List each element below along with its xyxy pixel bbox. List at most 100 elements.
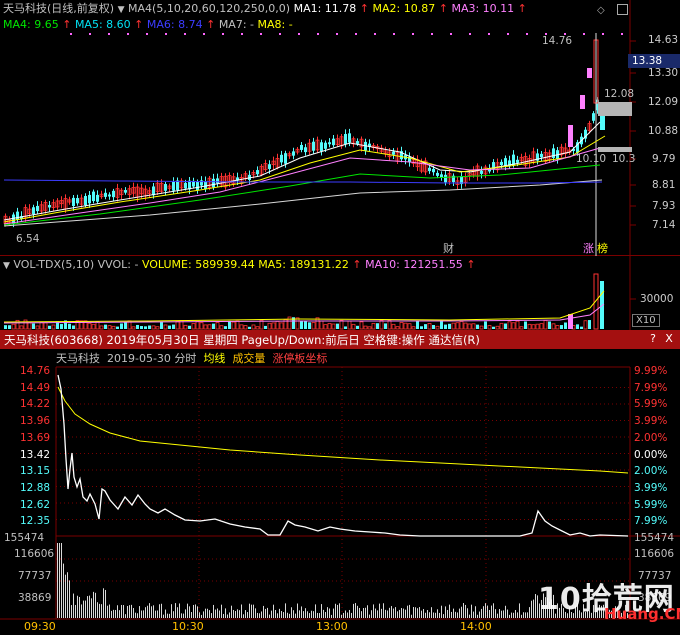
intraday-vol-bar [205, 608, 206, 618]
candle-body [216, 178, 219, 184]
intraday-vol-bar [467, 608, 468, 618]
intraday-vol-bar [373, 604, 374, 618]
intraday-vol-bar [335, 603, 336, 618]
vol-bar [588, 320, 591, 329]
intraday-vol-bar [327, 607, 328, 618]
intraday-vol-bar [395, 607, 396, 618]
event-finance-label[interactable]: 财 [443, 240, 454, 256]
intraday-vol-bar [321, 604, 322, 618]
dropdown-triangle-icon[interactable]: ▼ [3, 261, 10, 271]
vol-bar [331, 323, 336, 330]
kline-panel[interactable]: 天马科技(日线,前复权) ▼ MA4(5,10,20,60,120,250,0,… [0, 0, 680, 256]
vol-bar [308, 322, 311, 329]
vol-bar [576, 324, 579, 329]
vol-bar [188, 325, 191, 329]
window-title: 天马科技(603668) 2019年05月30日 星期四 PageUp/Down… [4, 333, 480, 347]
vol-bar [120, 323, 123, 329]
intraday-vol-bar [243, 614, 244, 618]
intraday-vol-bar [463, 603, 464, 618]
price-tick: 10.88 [648, 125, 679, 137]
intraday-vol-bar [427, 610, 428, 618]
candle-body [96, 194, 99, 202]
intraday-vol-bar [93, 591, 94, 618]
intraday-vol-bar [401, 608, 402, 618]
intraday-vol-bar [385, 609, 386, 618]
intraday-vol-bar [143, 610, 144, 618]
vol-bar [504, 323, 507, 329]
intraday-vol-bar [393, 608, 394, 618]
intraday-price-tick: 12.62 [20, 498, 51, 511]
vol-bar [499, 322, 504, 330]
candle-body [428, 167, 431, 172]
vol-bar [479, 325, 484, 330]
intraday-vol-bar [91, 598, 92, 618]
vol-bar [116, 326, 119, 329]
dropdown-triangle-icon[interactable]: ▼ [118, 5, 125, 15]
intraday-vol-bar [185, 609, 186, 618]
signal-dot [108, 33, 110, 35]
avg-line-toggle[interactable]: 均线 [203, 352, 225, 365]
event-rank-label[interactable]: 榜 [597, 240, 608, 256]
kline-header: 天马科技(日线,前复权) ▼ MA4(5,10,20,60,120,250,0,… [3, 2, 527, 17]
volume-panel[interactable]: ▼ VOL-TDX(5,10) VVOL: - VOLUME: 589939.4… [0, 256, 680, 330]
help-icon[interactable]: ? [647, 332, 659, 345]
intraday-vol-bar [281, 611, 282, 618]
vol-bar [507, 321, 512, 330]
intraday-vol-bar [457, 612, 458, 618]
volume-toggle[interactable]: 成交量 [232, 352, 265, 365]
vol-bar [323, 324, 328, 330]
vol-bar [243, 325, 248, 330]
vol-bar [451, 322, 456, 330]
support-box [598, 147, 632, 152]
limit-coord-toggle[interactable]: 涨停板坐标 [272, 352, 327, 365]
intraday-vol-bar [293, 610, 294, 618]
kline-chart[interactable] [0, 0, 680, 256]
intraday-vol-bar [217, 608, 218, 618]
intraday-vol-bar [309, 613, 310, 618]
intraday-vol-bar [277, 613, 278, 618]
event-limit-up-label[interactable]: 涨 [583, 240, 594, 256]
vol-bar [279, 322, 284, 330]
vol-bar [107, 325, 112, 330]
candle-body-limit [580, 95, 585, 109]
price-tick: 13.30 [648, 67, 679, 79]
intraday-vol-bar [211, 613, 212, 618]
vol-bar [195, 321, 200, 330]
vol-bar [524, 321, 527, 329]
vol-bar [311, 322, 316, 330]
vol-bar [51, 324, 56, 330]
close-icon[interactable]: X [663, 332, 675, 345]
candle-body [324, 142, 327, 149]
intraday-vol-bar [111, 610, 112, 618]
vol-bar [391, 323, 396, 330]
vol-axis-left-tick: 77737 [18, 570, 52, 582]
intraday-vol-bar [459, 608, 460, 618]
intraday-vol-bar [215, 609, 216, 618]
vol-bar [111, 325, 116, 330]
intraday-vol-bar [199, 612, 200, 618]
vol-bar [4, 325, 7, 329]
intraday-panel[interactable]: 天马科技 2019-05-30 分时 均线 成交量 涨停板坐标 14.76 14.… [0, 349, 680, 635]
vol-axis-left-tick: 38869 [18, 592, 52, 604]
intraday-vol-bar [371, 610, 372, 618]
intraday-window-titlebar[interactable]: 天马科技(603668) 2019年05月30日 星期四 PageUp/Down… [0, 330, 680, 349]
intraday-price-tick: 14.76 [20, 365, 51, 377]
candle-body [16, 211, 19, 220]
intraday-vol-bar [95, 592, 96, 618]
checkbox-icon[interactable] [617, 4, 628, 15]
intraday-vol-bar [253, 604, 254, 618]
time-tick: 10:30 [172, 620, 204, 633]
intraday-vol-bar [439, 612, 440, 618]
vol-bar [163, 324, 168, 330]
vol-bar [336, 323, 339, 329]
intraday-vol-bar [65, 574, 66, 618]
vol-bar [68, 323, 71, 329]
diamond-icon[interactable]: ◇ [597, 5, 605, 16]
intraday-vol-bar [499, 609, 500, 618]
intraday-pct-tick: 7.99% [634, 381, 668, 394]
intraday-vol-bar [409, 604, 410, 618]
signal-dot [469, 33, 471, 35]
vol-bar [212, 323, 215, 329]
current-price-tag: 13.38 [628, 54, 680, 68]
intraday-vol-bar [491, 605, 492, 618]
